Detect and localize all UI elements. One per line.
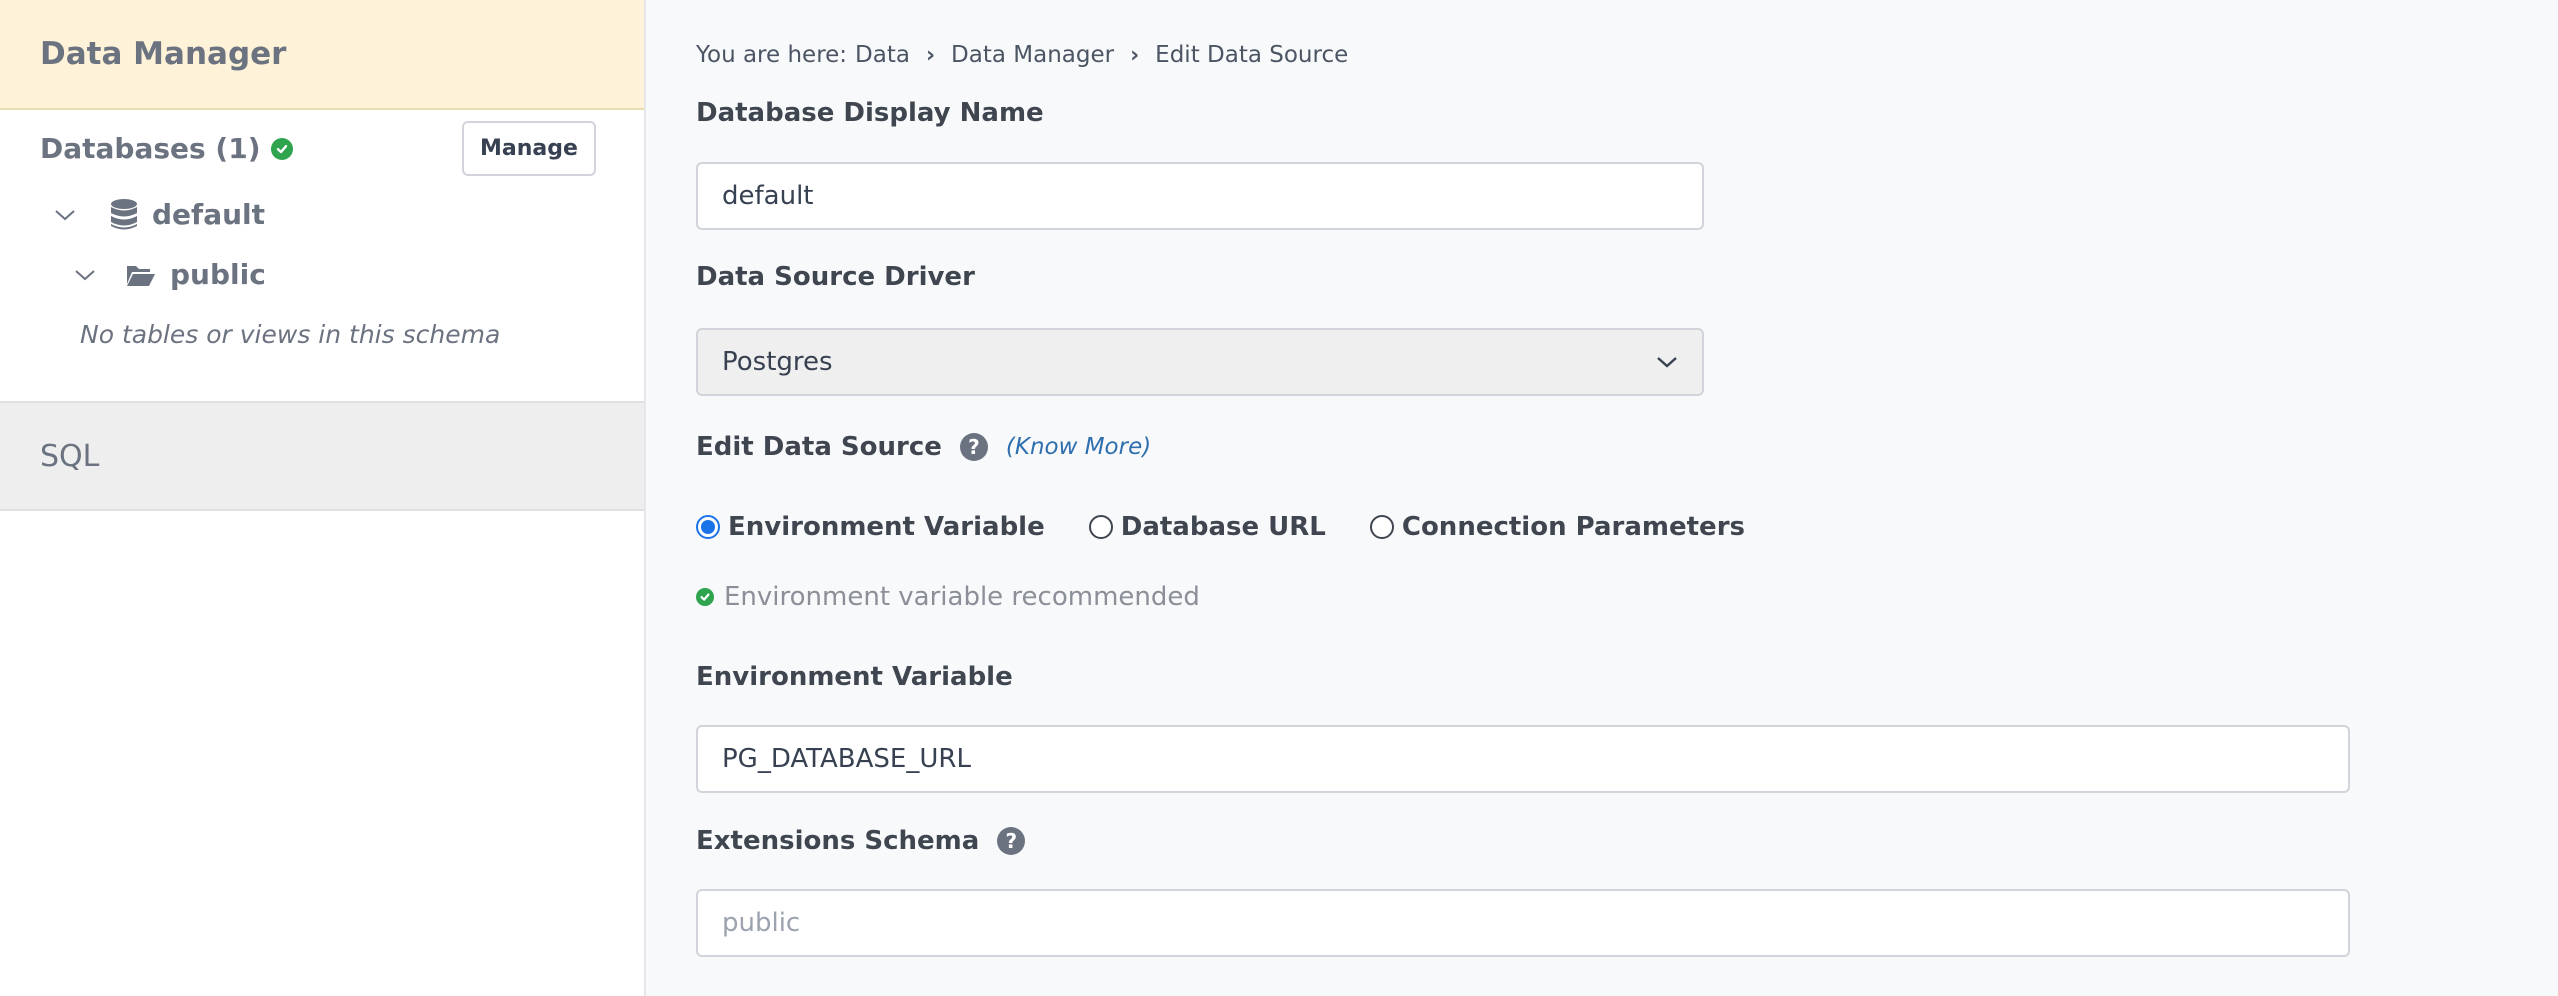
database-name[interactable]: default [152, 198, 265, 231]
radio-button[interactable] [1088, 515, 1113, 539]
breadcrumb-item-edit-data-source: Edit Data Source [1155, 42, 1349, 68]
driver-label-text: Data Source Driver [696, 262, 975, 292]
help-icon[interactable]: ? [997, 827, 1026, 855]
databases-label: Databases (1) [40, 132, 261, 165]
sidebar-header: Data Manager [0, 0, 644, 110]
check-circle-icon [270, 137, 293, 160]
radio-connection-parameters[interactable]: Connection Parameters [1369, 512, 1745, 542]
driver-select-value: Postgres [722, 347, 833, 377]
databases-heading: Databases (1) [40, 132, 293, 165]
env-var-label: Environment Variable [696, 662, 1013, 692]
sidebar: Data Manager Databases (1) Manage defaul… [0, 0, 646, 996]
check-circle-icon [696, 588, 714, 606]
sql-tab-label: SQL [40, 438, 100, 474]
display-name-label-text: Database Display Name [696, 98, 1044, 128]
chevron-right-icon: › [1130, 42, 1140, 68]
chevron-down-icon[interactable] [52, 202, 78, 228]
chevron-down-icon[interactable] [72, 262, 98, 288]
env-var-input[interactable] [696, 725, 2350, 793]
env-var-label-text: Environment Variable [696, 662, 1013, 692]
sidebar-item-sql[interactable]: SQL [0, 401, 644, 511]
radio-label: Database URL [1120, 512, 1326, 542]
extensions-schema-label: Extensions Schema ? [696, 826, 1026, 856]
breadcrumb-prefix: You are here: [696, 42, 848, 68]
connection-type-radio-group: Environment Variable Database URL Connec… [696, 512, 1789, 542]
sidebar-title: Data Manager [40, 36, 287, 72]
radio-button[interactable] [1369, 515, 1394, 539]
tree-item-schema[interactable]: public [72, 258, 266, 291]
chevron-down-icon [1656, 355, 1678, 369]
display-name-label: Database Display Name [696, 98, 1044, 128]
radio-label: Environment Variable [728, 512, 1045, 542]
chevron-right-icon: › [925, 42, 936, 68]
help-icon[interactable]: ? [959, 433, 988, 461]
schema-name[interactable]: public [170, 258, 266, 291]
know-more-link[interactable]: (Know More) [1006, 434, 1151, 460]
radio-label: Connection Parameters [1401, 512, 1745, 542]
breadcrumb: You are here: Data › Data Manager › Edit… [696, 42, 1348, 68]
breadcrumb-item-data-manager[interactable]: Data Manager [951, 42, 1114, 68]
driver-label: Data Source Driver [696, 262, 975, 292]
extensions-label-text: Extensions Schema [696, 826, 980, 856]
folder-open-icon [126, 263, 156, 287]
edit-source-heading: Edit Data Source ? (Know More) [696, 432, 1151, 462]
display-name-input[interactable] [696, 162, 1704, 230]
manage-button[interactable]: Manage [462, 121, 596, 176]
driver-select[interactable]: Postgres [696, 328, 1704, 396]
extensions-schema-input[interactable] [696, 889, 2350, 957]
radio-environment-variable[interactable]: Environment Variable [696, 512, 1045, 542]
database-icon [110, 198, 138, 231]
radio-database-url[interactable]: Database URL [1088, 512, 1326, 542]
edit-source-label: Edit Data Source [696, 432, 942, 462]
recommendation-text: Environment variable recommended [724, 582, 1200, 612]
empty-schema-message: No tables or views in this schema [80, 320, 501, 349]
breadcrumb-item-data[interactable]: Data [855, 42, 910, 68]
tree-item-database[interactable]: default [52, 198, 265, 231]
radio-button-checked[interactable] [696, 515, 720, 539]
recommendation-hint: Environment variable recommended [696, 582, 1200, 612]
